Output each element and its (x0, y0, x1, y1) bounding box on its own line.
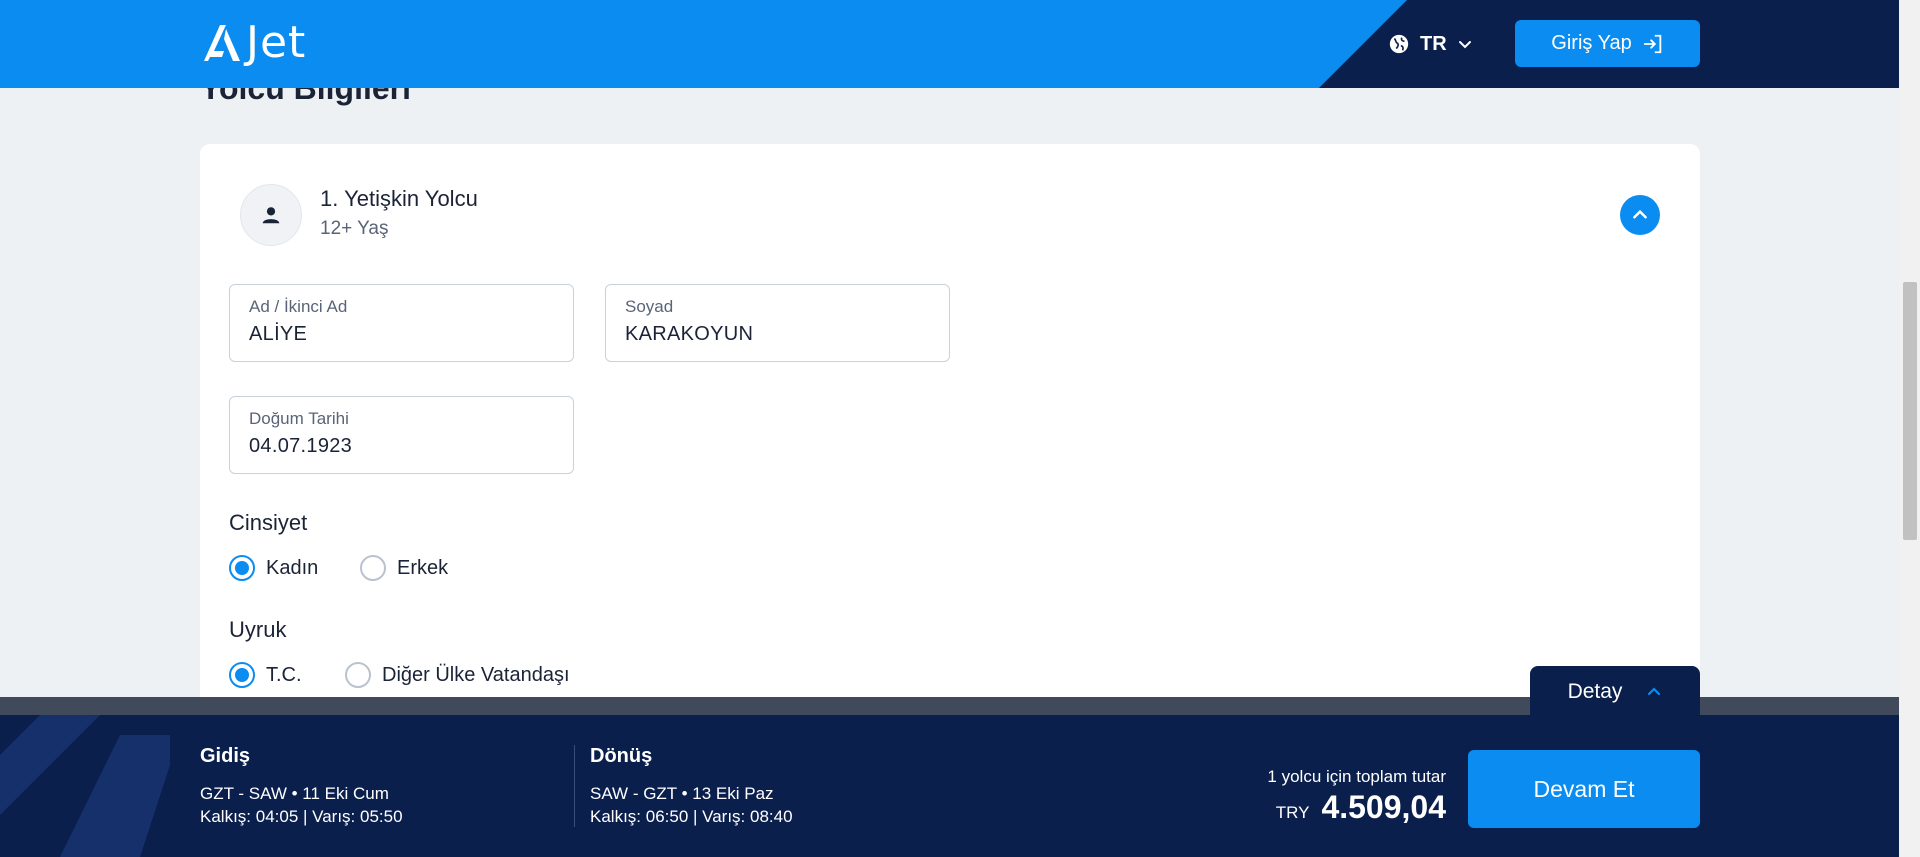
detail-toggle-tab[interactable]: Detay (1530, 666, 1700, 718)
return-route: SAW - GZT • 13 Eki Paz (590, 784, 774, 803)
outbound-times: Kalkış: 04:05 | Varış: 05:50 (200, 807, 403, 826)
nationality-tc-radio[interactable]: T.C. (229, 662, 302, 688)
last-name-label: Soyad (625, 297, 674, 316)
continue-button-label: Devam Et (1533, 775, 1635, 802)
return-title: Dönüş (590, 745, 653, 767)
currency-code: TRY (1275, 803, 1310, 822)
booking-summary-bar: Gidiş GZT - SAW • 11 Eki Cum Kalkış: 04:… (0, 715, 1899, 857)
logo-text: Jet (246, 16, 307, 68)
nationality-label: Uyruk (229, 617, 287, 642)
logo-watermark-icon (0, 715, 170, 857)
nationality-other-radio[interactable]: Diğer Ülke Vatandaşı (345, 662, 570, 688)
login-button[interactable]: Giriş Yap (1515, 20, 1700, 67)
gender-label: Cinsiyet (229, 510, 308, 535)
nationality-other-label: Diğer Ülke Vatandaşı (382, 663, 570, 686)
birth-date-value: 04.07.1923 (249, 435, 353, 457)
last-name-field[interactable]: Soyad KARAKOYUN (605, 284, 950, 362)
outbound-route: GZT - SAW • 11 Eki Cum (200, 784, 389, 803)
chevron-down-icon (1458, 41, 1471, 49)
gender-female-label: Kadın (266, 556, 319, 579)
total-amount: 4.509,04 (1321, 789, 1446, 825)
passenger-title: 1. Yetişkin Yolcu (320, 186, 478, 211)
language-code: TR (1420, 32, 1447, 55)
first-name-value: ALİYE (249, 323, 308, 345)
gender-female-radio[interactable]: Kadın (229, 555, 318, 581)
chevron-up-icon (1648, 687, 1661, 696)
login-button-label: Giriş Yap (1551, 32, 1632, 54)
radio-selected-indicator (229, 555, 255, 581)
ajet-logo[interactable]: Jet (200, 16, 307, 68)
language-selector[interactable]: TR (1388, 28, 1473, 60)
radio-unselected-indicator (360, 555, 386, 581)
gender-male-radio[interactable]: Erkek (360, 555, 448, 581)
gender-male-label: Erkek (397, 556, 449, 579)
last-name-value: KARAKOYUN (625, 323, 754, 345)
passenger-card: 1. Yetişkin Yolcu 12+ Yaş Ad / İkinci Ad… (200, 144, 1700, 744)
birth-date-field[interactable]: Doğum Tarihi 04.07.1923 (229, 396, 574, 474)
nationality-tc-label: T.C. (266, 663, 302, 686)
ajet-logo-mark-icon (204, 25, 240, 61)
first-name-field[interactable]: Ad / İkinci Ad ALİYE (229, 284, 574, 362)
avatar (240, 184, 302, 246)
total-price: TRY 4.509,04 (1276, 789, 1446, 826)
radio-selected-indicator (229, 662, 255, 688)
detail-tab-label: Detay (1567, 680, 1623, 703)
outbound-leg: Gidiş GZT - SAW • 11 Eki Cum Kalkış: 04:… (200, 745, 403, 828)
chevron-up-icon (1633, 209, 1647, 219)
passenger-age-group: 12+ Yaş (320, 218, 389, 239)
return-times: Kalkış: 06:50 | Varış: 08:40 (590, 807, 793, 826)
return-leg: Dönüş SAW - GZT • 13 Eki Paz Kalkış: 06:… (590, 745, 793, 828)
site-header: Jet TR Giriş Yap (0, 0, 1899, 88)
continue-button[interactable]: Devam Et (1468, 750, 1700, 828)
globe-icon (1389, 34, 1409, 54)
leg-divider (574, 745, 575, 827)
radio-unselected-indicator (345, 662, 371, 688)
scrollbar-thumb[interactable] (1903, 282, 1917, 540)
total-price-label: 1 yolcu için toplam tutar (1267, 767, 1446, 786)
login-icon (1643, 34, 1661, 53)
collapse-button[interactable] (1620, 195, 1660, 235)
first-name-label: Ad / İkinci Ad (249, 297, 348, 316)
outbound-title: Gidiş (200, 745, 251, 767)
birth-date-label: Doğum Tarihi (249, 409, 349, 428)
person-icon (262, 207, 280, 224)
